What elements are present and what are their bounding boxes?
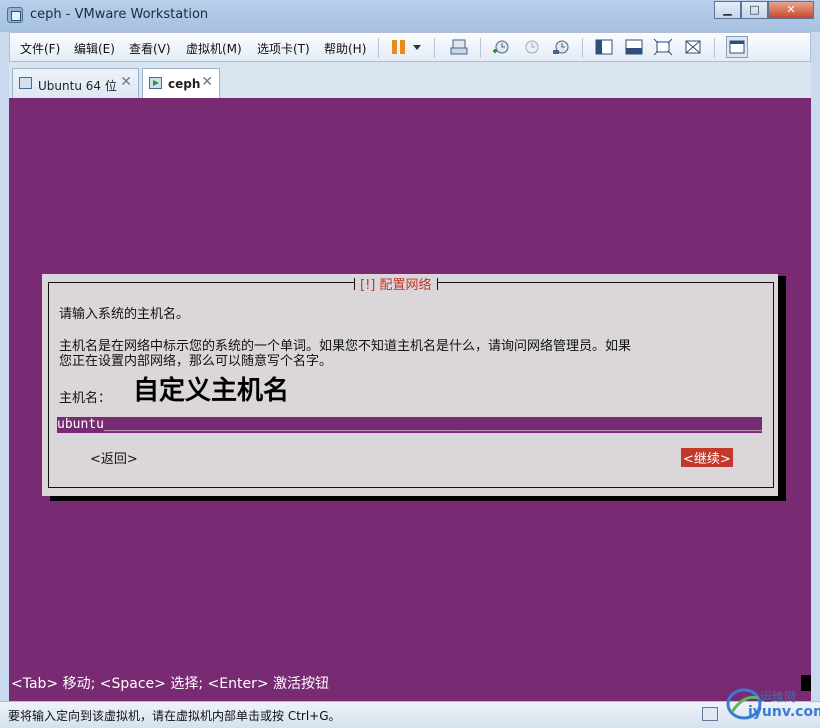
annotation-custom-hostname: 自定义主机名 [133,376,290,406]
snapshot-revert-icon[interactable] [521,38,541,56]
hostname-input[interactable]: ubuntu__________________________________… [57,417,762,433]
statusbar: 要将输入定向到该虚拟机，请在虚拟机内部单击或按 Ctrl+G。 [0,701,820,728]
toolbar-separator [378,38,379,58]
watermark-url: iyunv.com [748,704,820,720]
maximize-button[interactable]: □ [741,1,768,19]
hostname-description-line2: 您正在设置内部网络，那么可以随意写个名字。 [59,354,333,369]
tab-label: Ubuntu 64 位 [38,79,117,93]
hostname-description-line1: 主机名是在网络中标示您的系统的一个单词。如果您不知道主机名是什么，请询问网络管理… [59,339,632,354]
close-button[interactable]: ✕ [768,1,814,19]
hard-disk-icon[interactable] [702,707,718,721]
keyboard-hint: <Tab> 移动; <Space> 选择; <Enter> 激活按钮 [11,676,330,692]
toolbar-separator [582,38,583,58]
window-controls: ▁ □ ✕ [714,1,814,19]
continue-button[interactable]: <继续> [681,448,733,467]
watermark: 运维网 iyunv.com [722,676,820,724]
vm-tab-strip: Ubuntu 64 位 ✕ ceph ✕ [9,62,811,99]
vm-running-icon [149,77,162,89]
toolbar-separator [434,38,435,58]
vm-icon [19,77,32,89]
menu-vm[interactable]: 虚拟机(M) [186,40,242,57]
tab-ubuntu-64[interactable]: Ubuntu 64 位 ✕ [12,68,139,98]
vm-console[interactable]: [!] 配置网络 请输入系统的主机名。 主机名是在网络中标示您的系统的一个单词。… [9,98,811,701]
watermark-text: 运维网 [760,690,797,704]
menubar: 文件(F) 编辑(E) 查看(V) 虚拟机(M) 选项卡(T) 帮助(H) [9,32,811,62]
sidebar-icon[interactable] [594,38,614,56]
toolbar-separator [480,38,481,58]
dialog-title: [!] 配置网络 [354,274,438,293]
snapshot-manager-icon[interactable] [551,38,571,56]
console-view-icon[interactable] [624,38,644,56]
hostname-label: 主机名： [59,391,112,406]
menu-file[interactable]: 文件(F) [20,40,60,57]
menu-help[interactable]: 帮助(H) [324,40,366,57]
minimize-button[interactable]: ▁ [714,1,741,19]
window-title: ceph - VMware Workstation [30,7,209,22]
menu-view[interactable]: 查看(V) [129,40,171,57]
back-button[interactable]: <返回> [90,448,138,467]
menu-tabs[interactable]: 选项卡(T) [257,40,310,57]
pause-icon[interactable] [389,38,409,56]
tab-ceph[interactable]: ceph ✕ [142,68,220,99]
vmware-app-icon[interactable] [7,7,23,23]
menu-edit[interactable]: 编辑(E) [74,40,115,57]
library-icon[interactable] [726,36,748,58]
dropdown-arrow-icon[interactable] [411,38,423,56]
tab-label: ceph [168,77,201,91]
toolbar-separator [714,38,715,58]
hostname-prompt: 请输入系统的主机名。 [59,307,190,322]
snapshot-take-icon[interactable] [491,38,511,56]
status-text: 要将输入定向到该虚拟机，请在虚拟机内部单击或按 Ctrl+G。 [8,709,341,723]
fullscreen-icon[interactable] [653,38,673,56]
send-keys-icon[interactable] [449,38,469,56]
installer-dialog: [!] 配置网络 请输入系统的主机名。 主机名是在网络中标示您的系统的一个单词。… [42,274,778,496]
window-titlebar[interactable]: ceph - VMware Workstation ▁ □ ✕ [0,0,820,32]
close-tab-icon[interactable]: ✕ [201,74,213,90]
close-tab-icon[interactable]: ✕ [120,74,132,90]
unity-icon[interactable] [683,38,703,56]
